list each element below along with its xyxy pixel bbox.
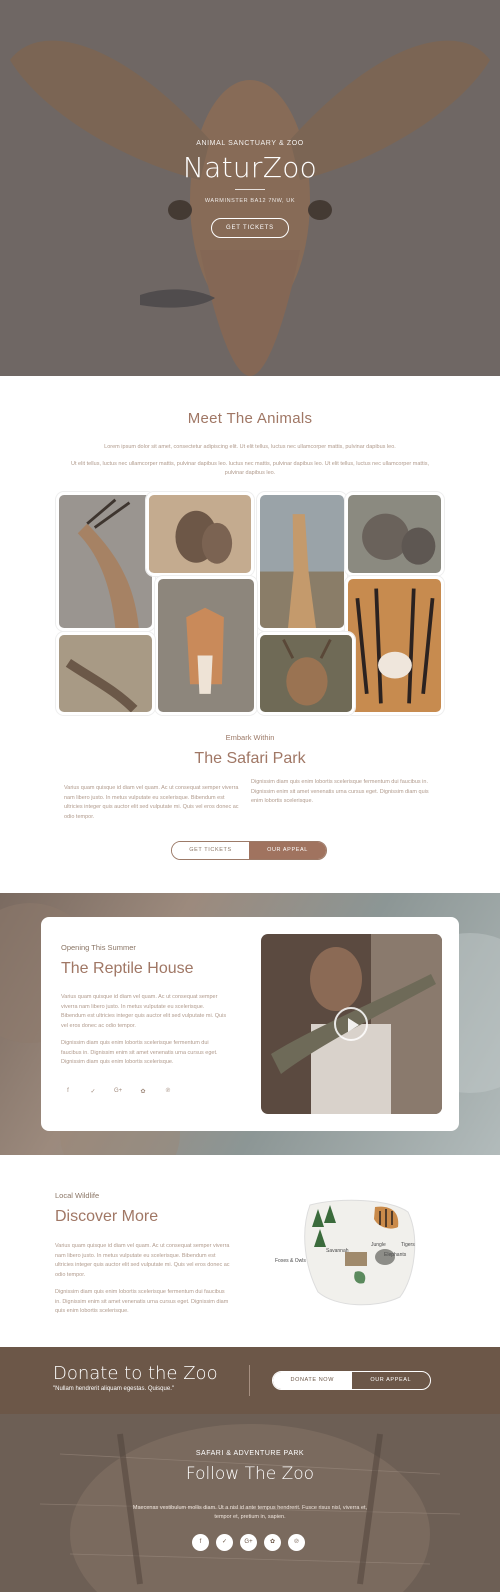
map-label-jungle: Jungle (371, 1242, 386, 1248)
yelp-icon[interactable]: ✿ (264, 1534, 281, 1551)
follow-title: Follow The Zoo (185, 1464, 315, 1484)
get-tickets-button[interactable]: GET TICKETS (211, 218, 289, 238)
donate-now-button[interactable]: DONATE NOW (273, 1372, 352, 1389)
donate-title: Donate to the Zoo (53, 1363, 218, 1384)
donate-divider (249, 1365, 250, 1396)
reptile-social-links: f ✓ G+ ✿ ℗ (64, 1088, 172, 1095)
facebook-icon[interactable]: f (64, 1088, 72, 1095)
donate-quote: "Nullam hendrerit aliquam egestas. Quisq… (53, 1386, 174, 1392)
giraffe-photo (257, 492, 347, 631)
follow-eyebrow: SAFARI & ADVENTURE PARK (195, 1450, 305, 1457)
tiger-background-image (0, 1414, 500, 1592)
elephants-photo (345, 492, 444, 576)
hero-title: NaturZoo (182, 151, 318, 184)
hero-section: ANIMAL SANCTUARY & ZOO NaturZoo WARMINST… (0, 0, 500, 376)
safari-text-left: Varius quam quisque id diam vel quam. Ac… (64, 785, 239, 820)
pinterest-icon[interactable]: ℗ (164, 1088, 172, 1095)
fox-photo (155, 576, 257, 715)
reptile-title: The Reptile House (61, 960, 194, 977)
twitter-icon[interactable]: ✓ (216, 1534, 233, 1551)
discover-title: Discover More (55, 1208, 159, 1225)
safari-eyebrow: Embark Within (225, 733, 275, 742)
our-appeal-button[interactable]: OUR APPEAL (352, 1372, 431, 1389)
hero-divider (235, 189, 265, 190)
park-map[interactable]: Foxes & Owls Savannah Jungle Tigers Elep… (275, 1197, 430, 1309)
safari-button-group: GET TICKETS OUR APPEAL (171, 841, 327, 860)
hero-content: ANIMAL SANCTUARY & ZOO NaturZoo WARMINST… (0, 140, 500, 238)
google-plus-icon[interactable]: G+ (114, 1088, 122, 1095)
map-label-savannah: Savannah (326, 1248, 349, 1254)
meet-description: Ut elit tellus, luctus nec ullamcorper m… (71, 461, 429, 476)
facebook-icon[interactable]: f (192, 1534, 209, 1551)
our-appeal-button[interactable]: OUR APPEAL (249, 842, 326, 859)
tiger-photo (345, 576, 444, 715)
follow-social-links: f ✓ G+ ✿ ℗ (192, 1534, 305, 1551)
hero-address: WARMINSTER BA12 7NW, UK (204, 198, 296, 204)
hero-eyebrow: ANIMAL SANCTUARY & ZOO (196, 140, 304, 147)
park-map-illustration (304, 1199, 416, 1306)
follow-text: Maecenas vestibulum mollis diam. Ut a ni… (132, 1505, 368, 1520)
discover-eyebrow: Local Wildlife (55, 1191, 100, 1200)
reptile-eyebrow: Opening This Summer (61, 943, 136, 952)
meet-title: Meet The Animals (187, 410, 313, 427)
deer-photo (257, 632, 355, 715)
safari-text-right: Dignissim diam quis enim lobortis sceler… (251, 779, 429, 804)
get-tickets-button[interactable]: GET TICKETS (172, 842, 249, 859)
discover-text-1: Varius quam quisque id diam vel quam. Ac… (55, 1243, 230, 1278)
horns-photo (56, 632, 155, 715)
yelp-icon[interactable]: ✿ (139, 1088, 147, 1095)
google-plus-icon[interactable]: G+ (240, 1534, 257, 1551)
gazelle-photo (56, 492, 155, 631)
owls-photo (146, 492, 254, 576)
safari-title: The Safari Park (194, 750, 306, 767)
follow-section (0, 1414, 500, 1592)
twitter-icon[interactable]: ✓ (89, 1088, 97, 1095)
map-label-foxes: Foxes & Owls (275, 1258, 306, 1264)
reptile-text-2: Dignissim diam quis enim lobortis sceler… (61, 1040, 218, 1065)
discover-text-2: Dignissim diam quis enim lobortis sceler… (55, 1289, 229, 1314)
map-label-elephants: Elephants (384, 1252, 407, 1258)
meet-intro: Lorem ipsum dolor sit amet, consectetur … (104, 444, 396, 450)
play-button-icon[interactable] (334, 1007, 368, 1041)
map-label-tigers: Tigers (401, 1242, 415, 1248)
donate-button-group: DONATE NOW OUR APPEAL (272, 1371, 431, 1390)
pinterest-icon[interactable]: ℗ (288, 1534, 305, 1551)
reptile-text-1: Varius quam quisque id diam vel quam. Ac… (61, 994, 227, 1029)
